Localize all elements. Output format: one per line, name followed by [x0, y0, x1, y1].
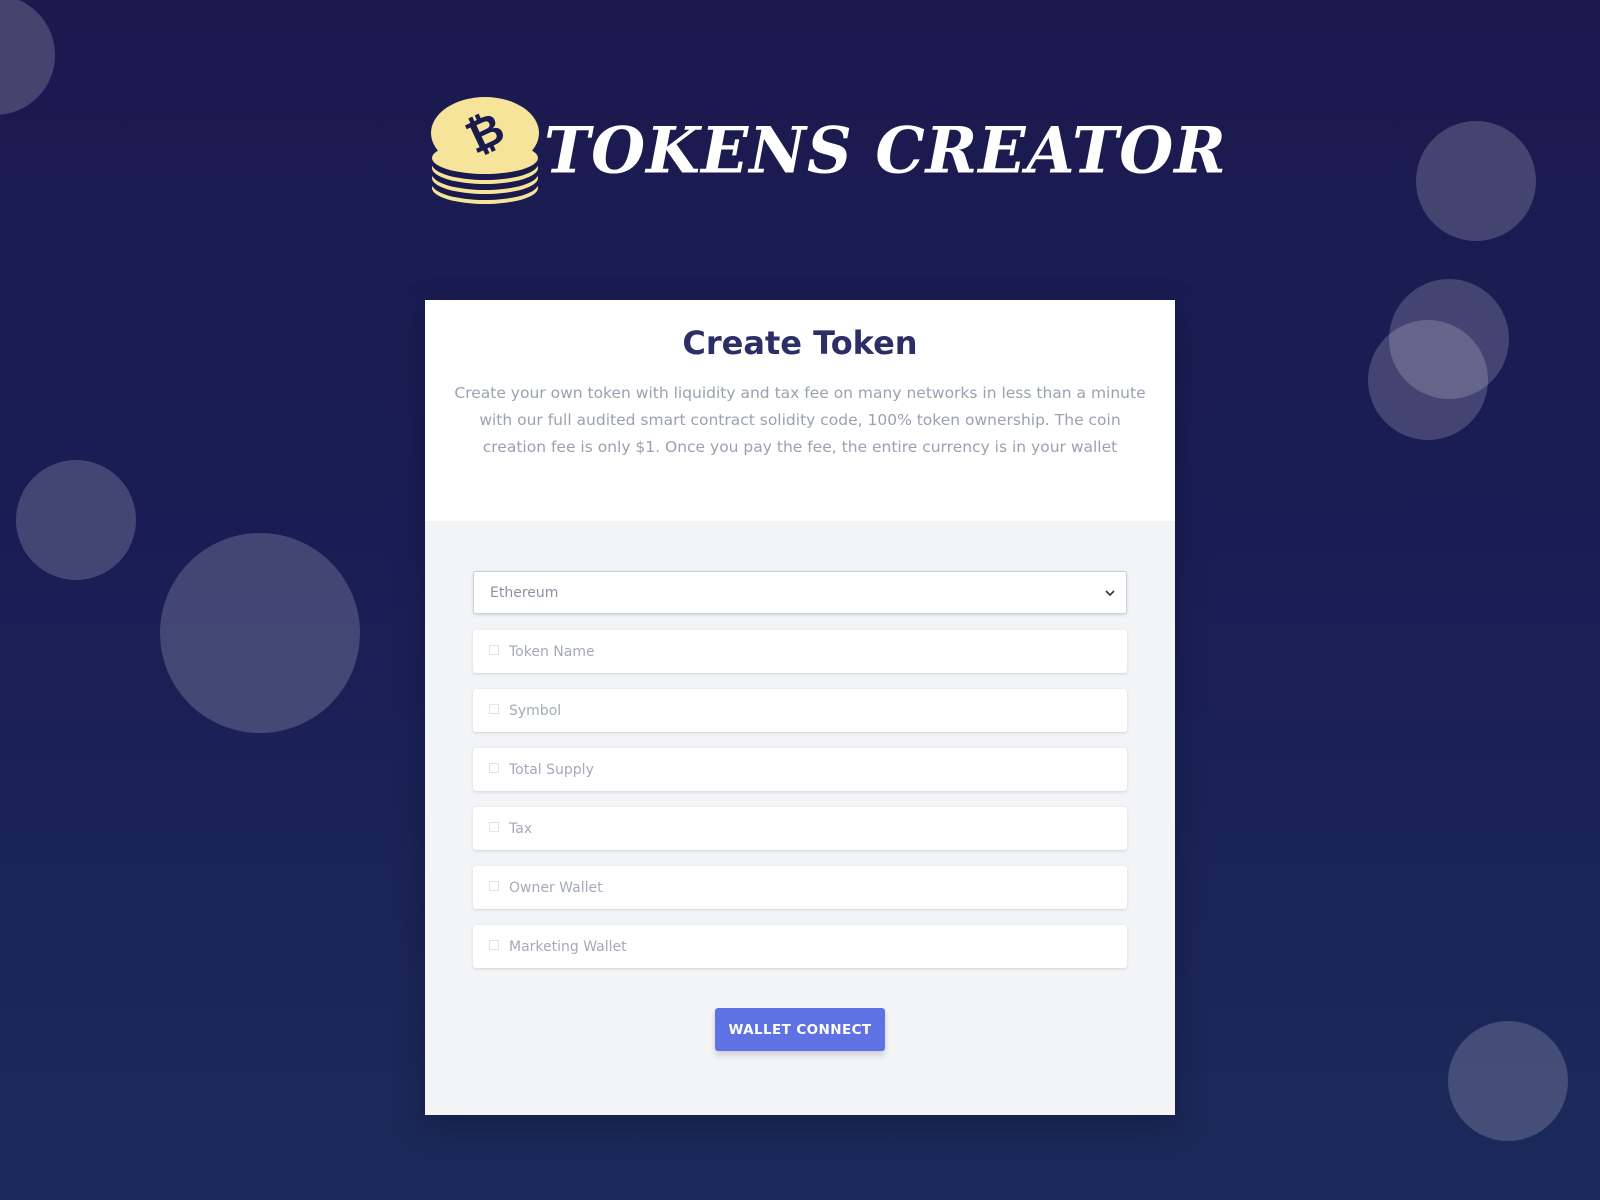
- bg-bubble: [1416, 121, 1536, 241]
- chevron-down-icon: [1105, 589, 1115, 596]
- symbol-placeholder: Symbol: [509, 702, 562, 719]
- tax-input[interactable]: Tax: [473, 807, 1127, 850]
- bg-bubble: [16, 460, 136, 580]
- marketing-wallet-input[interactable]: Marketing Wallet: [473, 925, 1127, 968]
- marketing-wallet-placeholder: Marketing Wallet: [509, 938, 627, 955]
- network-select-value: Ethereum: [490, 584, 559, 601]
- field-icon: [489, 939, 499, 950]
- bg-bubble: [1448, 1021, 1568, 1141]
- page-description: Create your own token with liquidity and…: [454, 384, 1146, 456]
- wallet-connect-button[interactable]: WALLET CONNECT: [715, 1008, 885, 1051]
- brand-logo[interactable]: ₿ TOKENS CREATOR: [430, 96, 1227, 204]
- total-supply-input[interactable]: Total Supply: [473, 748, 1127, 791]
- token-name-placeholder: Token Name: [509, 643, 595, 660]
- total-supply-placeholder: Total Supply: [509, 761, 594, 778]
- tax-placeholder: Tax: [509, 820, 533, 837]
- field-icon: [489, 762, 499, 773]
- network-select[interactable]: Ethereum: [473, 571, 1127, 614]
- coin-stack-icon: ₿: [431, 97, 539, 204]
- field-icon: [489, 821, 499, 832]
- token-form: Ethereum Token Name Symbol Total Supply …: [425, 521, 1175, 1115]
- bg-bubble: [0, 0, 55, 115]
- field-icon: [489, 703, 499, 714]
- card-header: Create Token Create your own token with …: [425, 300, 1175, 521]
- bg-bubble: [160, 533, 360, 733]
- owner-wallet-input[interactable]: Owner Wallet: [473, 866, 1127, 909]
- brand-name: TOKENS CREATOR: [544, 112, 1227, 188]
- bg-bubble: [1368, 320, 1488, 440]
- symbol-input[interactable]: Symbol: [473, 689, 1127, 732]
- field-icon: [489, 644, 499, 655]
- create-token-card: Create Token Create your own token with …: [425, 300, 1175, 1115]
- owner-wallet-placeholder: Owner Wallet: [509, 879, 603, 896]
- field-icon: [489, 880, 499, 891]
- token-name-input[interactable]: Token Name: [473, 630, 1127, 673]
- page-title: Create Token: [682, 324, 918, 362]
